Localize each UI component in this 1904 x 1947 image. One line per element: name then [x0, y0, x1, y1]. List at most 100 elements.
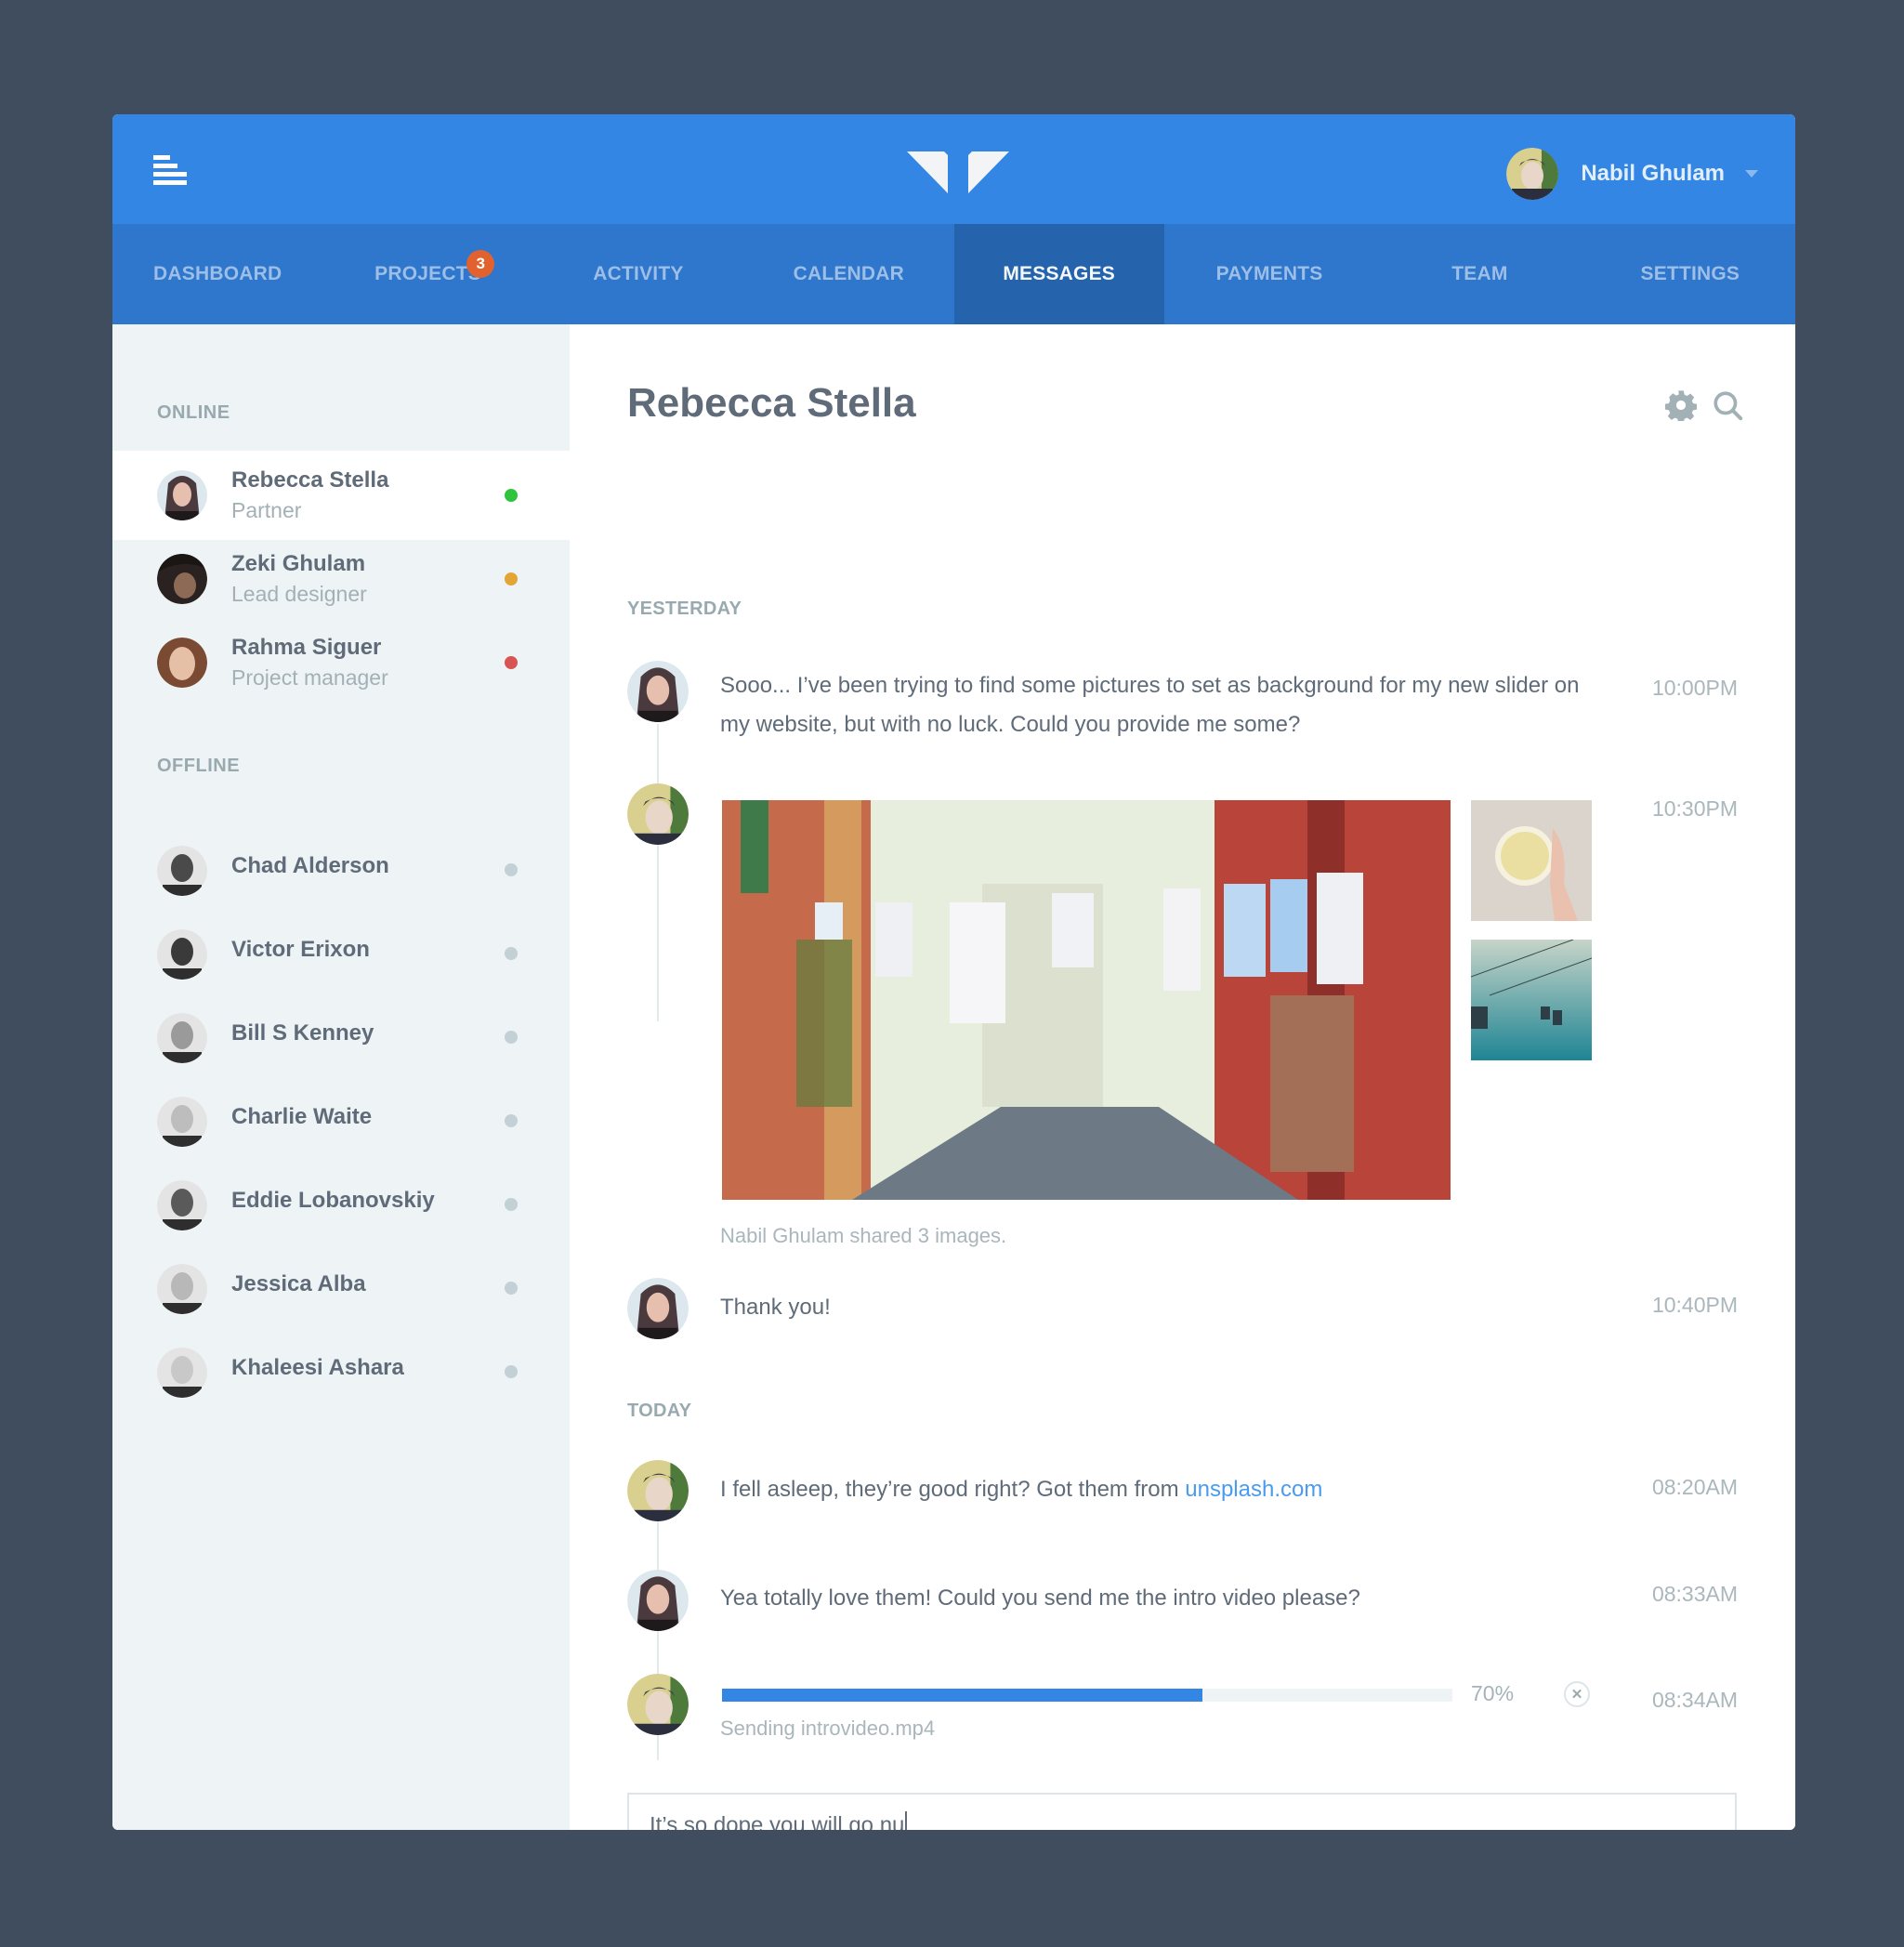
menu-icon[interactable] — [153, 155, 190, 187]
tab-label: DASHBOARD — [153, 263, 282, 284]
message-text: I fell asleep, they’re good right? Got t… — [720, 1470, 1584, 1509]
message-text: Yea totally love them! Could you send me… — [720, 1585, 1360, 1611]
contact-name: Chad Alderson — [231, 853, 389, 878]
tab-calendar[interactable]: CALENDAR — [743, 224, 953, 324]
notification-badge: 3 — [466, 250, 495, 278]
avatar — [157, 1348, 207, 1398]
shared-images-caption: Nabil Ghulam shared 3 images. — [720, 1224, 1007, 1247]
upload-progress-bar — [722, 1689, 1452, 1702]
contact-role: Project manager — [231, 665, 388, 690]
contact-item[interactable]: Chad Alderson — [112, 826, 570, 915]
lemon-tea-bowl-photo[interactable] — [1471, 800, 1592, 921]
avatar — [157, 1013, 207, 1063]
upload-status: Sending introvideo.mp4 — [720, 1717, 936, 1740]
chat-panel: Rebecca Stella YESTERDAY Sooo... I’ve be… — [570, 324, 1795, 1830]
offline-section-label: OFFLINE — [157, 756, 241, 776]
typed-text: It’s so dope you will go nu — [650, 1812, 905, 1830]
tab-label: PROJECTS — [374, 263, 481, 284]
gear-icon[interactable] — [1665, 389, 1697, 421]
tab-label: PAYMENTS — [1215, 263, 1323, 284]
alley-laundry-photo[interactable] — [722, 800, 1451, 1200]
contact-name: Rebecca Stella — [231, 467, 389, 493]
message-time: 08:33AM — [1651, 1582, 1738, 1606]
contact-role: Lead designer — [231, 582, 367, 606]
contact-name: Eddie Lobanovskiy — [231, 1188, 435, 1213]
online-section-label: ONLINE — [157, 402, 230, 423]
search-icon[interactable] — [1712, 389, 1743, 421]
contact-item[interactable]: Zeki Ghulam Lead designer — [112, 534, 570, 624]
message-text-part: I fell asleep, they’re good right? Got t… — [720, 1477, 1186, 1502]
avatar — [157, 929, 207, 980]
message-input-value[interactable]: It’s so dope you will go nu — [650, 1811, 908, 1830]
tab-payments[interactable]: PAYMENTS — [1164, 224, 1374, 324]
tab-settings[interactable]: SETTINGS — [1585, 224, 1795, 324]
status-offline-dot — [505, 1365, 518, 1378]
close-icon: ✕ — [1570, 1687, 1583, 1703]
avatar — [627, 661, 689, 722]
avatar — [627, 1278, 689, 1339]
app-window: Nabil Ghulam DASHBOARD PROJECTS 3 ACTIVIT… — [112, 114, 1795, 1830]
status-busy-dot — [505, 656, 518, 669]
status-offline-dot — [505, 1198, 518, 1211]
contact-name: Charlie Waite — [231, 1104, 373, 1129]
user-menu[interactable]: Nabil Ghulam — [1506, 148, 1758, 200]
avatar — [627, 1674, 689, 1735]
top-header: Nabil Ghulam — [112, 114, 1795, 224]
contact-item[interactable]: Rebecca Stella Partner — [112, 451, 570, 540]
logo-icon — [907, 151, 1009, 193]
avatar — [157, 1180, 207, 1230]
status-offline-dot — [505, 947, 518, 960]
contact-item[interactable]: Jessica Alba — [112, 1244, 570, 1334]
upload-percent: 70% — [1471, 1681, 1515, 1705]
status-away-dot — [505, 572, 518, 585]
contact-name: Jessica Alba — [231, 1271, 366, 1296]
tab-label: MESSAGES — [1003, 263, 1115, 284]
unsplash-link[interactable]: unsplash.com — [1185, 1477, 1322, 1502]
contact-item[interactable]: Rahma Siguer Project manager — [112, 618, 570, 707]
tab-team[interactable]: TEAM — [1374, 224, 1584, 324]
cable-car-photo[interactable] — [1471, 940, 1592, 1060]
tab-messages[interactable]: MESSAGES — [953, 224, 1164, 324]
cancel-upload-button[interactable]: ✕ — [1564, 1681, 1590, 1707]
day-separator-yesterday: YESTERDAY — [627, 599, 742, 619]
avatar — [157, 846, 207, 896]
message-input[interactable]: It’s so dope you will go nu — [627, 1793, 1737, 1830]
tab-projects[interactable]: PROJECTS 3 — [322, 224, 532, 324]
contact-item[interactable]: Charlie Waite — [112, 1077, 570, 1166]
avatar — [627, 1460, 689, 1521]
status-offline-dot — [505, 1282, 518, 1295]
message-time: 08:20AM — [1651, 1475, 1738, 1499]
avatar — [157, 1097, 207, 1147]
chat-title: Rebecca Stella — [627, 380, 916, 426]
contact-item[interactable]: Victor Erixon — [112, 910, 570, 999]
contacts-sidebar: ONLINE Rebecca Stella Partner Zeki Ghula… — [112, 324, 570, 1830]
tab-label: SETTINGS — [1640, 263, 1740, 284]
avatar — [627, 1570, 689, 1631]
timeline-line — [657, 724, 659, 1021]
contact-name: Bill S Kenney — [231, 1020, 374, 1046]
message-text: Sooo... I’ve been trying to find some pi… — [720, 673, 1580, 737]
message-time: 10:40PM — [1651, 1293, 1738, 1317]
contact-name: Victor Erixon — [231, 937, 370, 962]
message-time: 10:00PM — [1651, 676, 1738, 700]
avatar — [157, 470, 207, 520]
contact-item[interactable]: Bill S Kenney — [112, 993, 570, 1083]
user-name: Nabil Ghulam — [1581, 161, 1725, 186]
status-offline-dot — [505, 1114, 518, 1127]
tab-label: CALENDAR — [793, 263, 905, 284]
user-avatar — [1506, 148, 1559, 200]
message-time: 10:30PM — [1651, 796, 1738, 821]
upload-progress-fill — [722, 1689, 1203, 1702]
avatar — [627, 783, 689, 845]
message-text: Thank you! — [720, 1295, 831, 1320]
tab-dashboard[interactable]: DASHBOARD — [112, 224, 322, 324]
avatar — [157, 638, 207, 688]
avatar — [157, 554, 207, 604]
status-offline-dot — [505, 1031, 518, 1044]
day-separator-today: TODAY — [627, 1401, 692, 1421]
text-cursor — [905, 1811, 908, 1830]
tab-activity[interactable]: ACTIVITY — [533, 224, 743, 324]
contact-item[interactable]: Eddie Lobanovskiy — [112, 1161, 570, 1250]
contact-item[interactable]: Khaleesi Ashara — [112, 1328, 570, 1417]
contact-name: Zeki Ghulam — [231, 551, 366, 576]
